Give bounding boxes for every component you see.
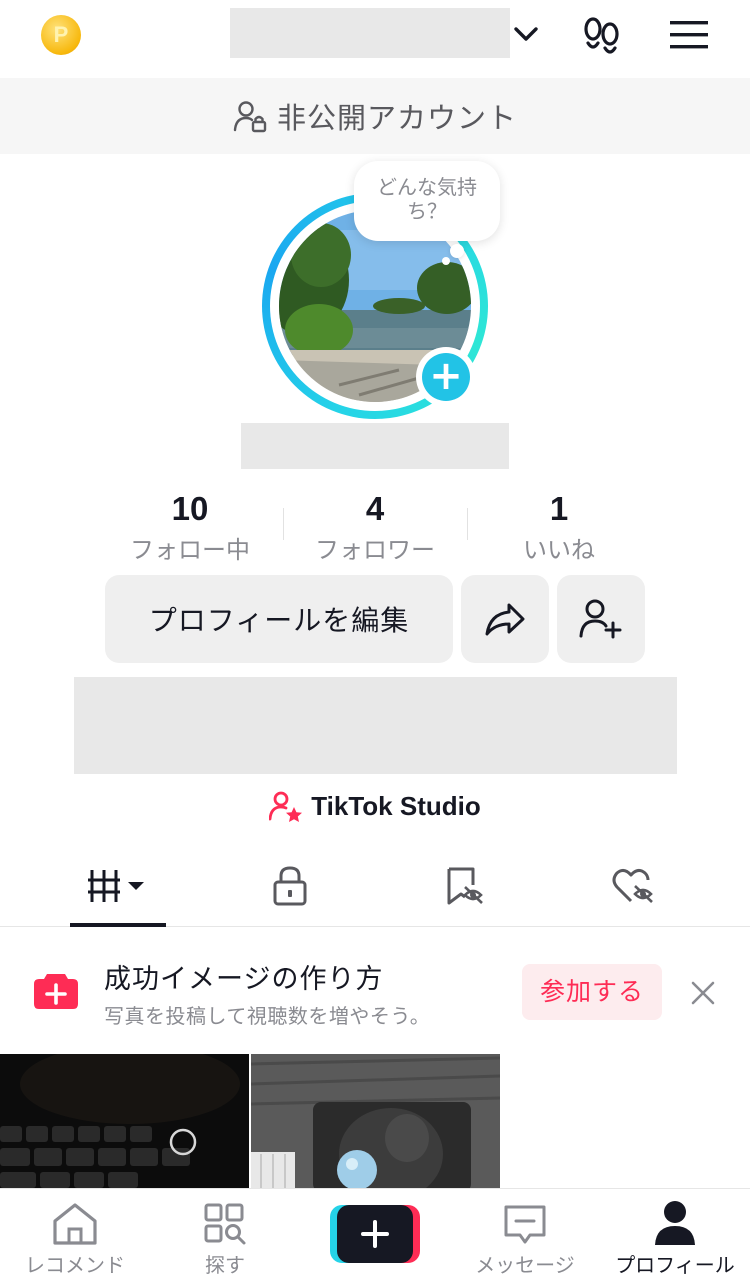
thought-bubble-text: どんな気持ち？ — [377, 175, 477, 223]
coin-icon[interactable]: P — [41, 15, 81, 55]
nav-messages-label: メッセージ — [475, 1253, 575, 1277]
tab-favorites[interactable] — [370, 845, 557, 927]
tab-liked[interactable] — [540, 845, 727, 927]
tab-private[interactable] — [196, 845, 383, 927]
bottom-nav: レコメンド 探す メッセージ プロフィール — [0, 1188, 750, 1285]
user-star-icon — [269, 791, 303, 822]
bookmark-hidden-icon — [447, 867, 483, 905]
hamburger-menu-icon[interactable] — [668, 18, 710, 52]
username-redacted[interactable] — [230, 8, 510, 58]
tiktok-studio-link[interactable]: TikTok Studio — [0, 785, 750, 827]
bubble-tail-dot-small — [442, 257, 450, 265]
coin-letter: P — [53, 22, 69, 47]
footprint-icon[interactable] — [580, 16, 624, 56]
promo-title: 成功イメージの作り方 — [104, 964, 384, 995]
nav-profile[interactable]: プロフィール — [600, 1189, 750, 1285]
following-stat[interactable]: 10 フォロー中 — [98, 490, 282, 565]
following-count: 10 — [171, 490, 209, 527]
add-friend-button[interactable] — [557, 575, 645, 663]
nav-messages[interactable]: メッセージ — [450, 1189, 600, 1285]
nav-home-label: レコメンド — [25, 1253, 125, 1277]
grid-bars-icon — [87, 870, 144, 902]
close-icon[interactable] — [690, 980, 716, 1006]
camera-plus-icon — [34, 974, 78, 1009]
share-arrow-icon — [485, 603, 525, 636]
video-thumbnail[interactable] — [0, 1054, 249, 1188]
promo-subtitle: 写真を投稿して視聴数を増やそう。 — [104, 1004, 431, 1028]
tiktok-studio-label: TikTok Studio — [311, 790, 481, 821]
profile-icon — [655, 1201, 695, 1245]
nav-create[interactable] — [300, 1189, 450, 1285]
followers-label: フォロワー — [315, 536, 435, 564]
create-plus-icon — [330, 1205, 420, 1263]
edit-profile-button[interactable]: プロフィールを編集 — [105, 575, 453, 663]
private-account-banner: 非公開アカウント — [0, 78, 750, 154]
search-grid-icon — [204, 1203, 246, 1245]
followers-count: 4 — [365, 490, 385, 527]
profile-tabs — [0, 845, 750, 927]
message-icon — [504, 1205, 546, 1244]
add-user-icon — [579, 599, 622, 639]
followers-stat[interactable]: 4 フォロワー — [283, 490, 467, 565]
likes-stat[interactable]: 1 いいね — [467, 490, 651, 565]
private-user-lock-icon — [233, 101, 267, 133]
video-thumbnail[interactable] — [251, 1054, 500, 1188]
bio-redacted — [74, 677, 677, 774]
home-icon — [53, 1203, 97, 1245]
nav-profile-label: プロフィール — [615, 1253, 735, 1277]
add-story-button[interactable]: + — [416, 347, 476, 407]
plus-icon: + — [422, 353, 470, 401]
private-account-label: 非公開アカウント — [276, 101, 517, 135]
share-profile-button[interactable] — [461, 575, 549, 663]
join-button[interactable]: 参加する — [522, 964, 662, 1020]
thought-bubble[interactable]: どんな気持ち？ — [354, 161, 500, 241]
lock-icon — [273, 866, 306, 906]
nav-discover-label: 探す — [205, 1253, 245, 1277]
tab-videos[interactable] — [24, 845, 211, 927]
likes-label: いいね — [523, 536, 595, 564]
likes-count: 1 — [549, 490, 569, 527]
bubble-tail-dot — [450, 244, 464, 258]
chevron-down-icon[interactable] — [512, 20, 540, 48]
nav-discover[interactable]: 探す — [150, 1189, 300, 1285]
following-label: フォロー中 — [130, 536, 250, 564]
nav-home[interactable]: レコメンド — [0, 1189, 150, 1285]
display-name-redacted — [241, 423, 509, 469]
top-bar: P — [0, 0, 750, 78]
active-tab-indicator — [70, 923, 166, 927]
heart-hidden-icon — [612, 868, 653, 903]
